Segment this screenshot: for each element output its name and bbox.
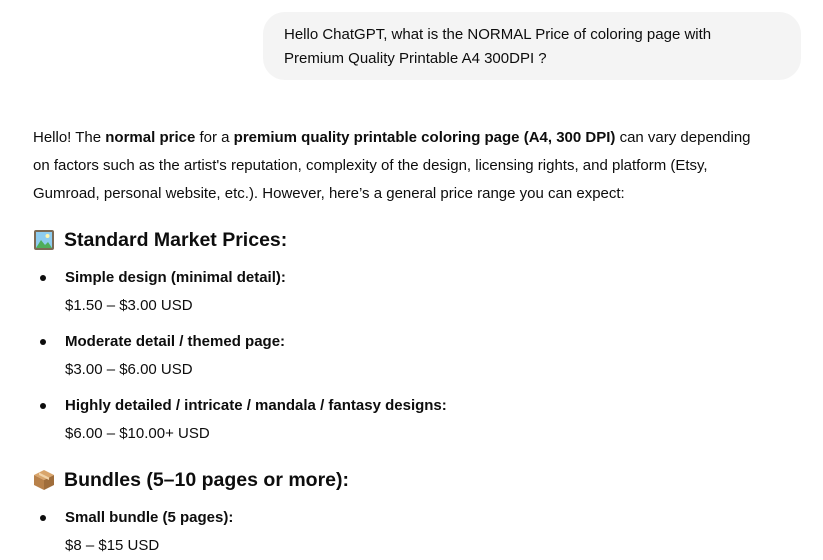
intro-bold-product: premium quality printable coloring page … — [233, 129, 616, 146]
list-item-title: Highly detailed / intricate / mandala / … — [65, 397, 447, 414]
list-item-price: $6.00 – $10.00+ USD — [65, 425, 210, 442]
bullet-icon — [40, 515, 46, 521]
bullet-icon — [40, 339, 46, 345]
list-item-price: $8 – $15 USD — [65, 537, 160, 554]
bullet-icon — [40, 403, 46, 409]
list-item-title: Moderate detail / themed page: — [65, 333, 286, 350]
package-box-icon — [34, 470, 54, 490]
section-title: Standard Market Prices: — [64, 229, 288, 251]
intro-line-1: Hello! The normal price for a premium qu… — [33, 124, 793, 152]
user-message-bubble: Hello ChatGPT, what is the NORMAL Price … — [263, 12, 801, 80]
user-message-line-2: Premium Quality Printable A4 300DPI ? — [284, 50, 547, 67]
section-title: Bundles (5–10 pages or more): — [64, 469, 349, 491]
intro-text: can vary depending — [615, 129, 751, 146]
intro-bold-normal-price: normal price — [105, 129, 196, 146]
bullet-icon — [40, 275, 46, 281]
intro-text: for a — [195, 129, 234, 146]
list-item-price: $3.00 – $6.00 USD — [65, 361, 193, 378]
intro-line-2: on factors such as the artist's reputati… — [33, 157, 708, 174]
user-message-line-1: Hello ChatGPT, what is the NORMAL Price … — [284, 26, 712, 43]
section-heading-standard-prices: Standard Market Prices: — [33, 226, 287, 254]
intro-line-3: Gumroad, personal website, etc.). Howeve… — [33, 185, 625, 202]
framed-picture-icon — [34, 230, 54, 250]
assistant-answer-intro: Hello! The normal price for a premium qu… — [33, 124, 793, 208]
list-item-title: Small bundle (5 pages): — [65, 509, 234, 526]
intro-text: Hello! The — [33, 129, 106, 146]
section-heading-bundles: Bundles (5–10 pages or more): — [33, 466, 349, 494]
list-item-price: $1.50 – $3.00 USD — [65, 297, 193, 314]
list-item-title: Simple design (minimal detail): — [65, 269, 286, 286]
